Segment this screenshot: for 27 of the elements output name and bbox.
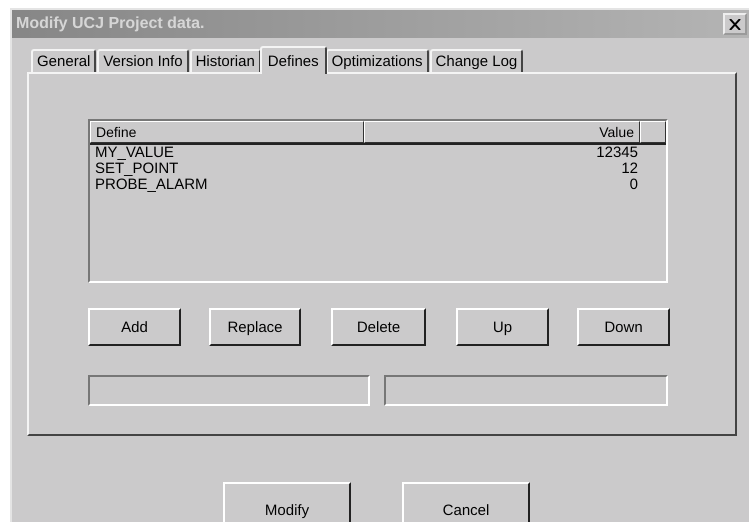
tab[interactable]: Optimizations <box>326 49 429 72</box>
input-field[interactable] <box>384 375 668 406</box>
action-button[interactable]: Delete <box>331 308 426 346</box>
action-button[interactable]: Replace <box>209 308 301 346</box>
table-cell-text: 0 <box>628 177 638 193</box>
window-title: Modify UCJ Project data. <box>16 15 204 33</box>
input-field[interactable] <box>88 375 370 406</box>
tab[interactable]: Historian <box>190 49 261 72</box>
table-cell-text: MY_VALUE <box>95 145 175 161</box>
column-header[interactable]: Define <box>90 121 364 143</box>
close-button[interactable] <box>723 13 747 35</box>
tab[interactable]: Version Info <box>97 49 189 72</box>
table-cell-text: 12 <box>620 161 638 177</box>
column-header <box>640 121 666 143</box>
table-cell-text: PROBE_ALARM <box>95 177 209 193</box>
close-icon <box>729 18 741 30</box>
tab[interactable]: Defines <box>260 46 327 74</box>
table-cell-text: SET_POINT <box>95 161 180 177</box>
action-button[interactable]: Up <box>456 308 549 346</box>
column-header[interactable]: Value <box>364 121 640 143</box>
tab[interactable]: General <box>31 49 96 72</box>
action-button[interactable]: Down <box>577 308 670 346</box>
dialog-button[interactable]: Cancel <box>402 482 530 522</box>
table-cell-text: 12345 <box>595 145 638 161</box>
tab[interactable]: Change Log <box>430 49 524 72</box>
dialog-button[interactable]: Modify <box>223 482 351 522</box>
action-button[interactable]: Add <box>88 308 181 346</box>
